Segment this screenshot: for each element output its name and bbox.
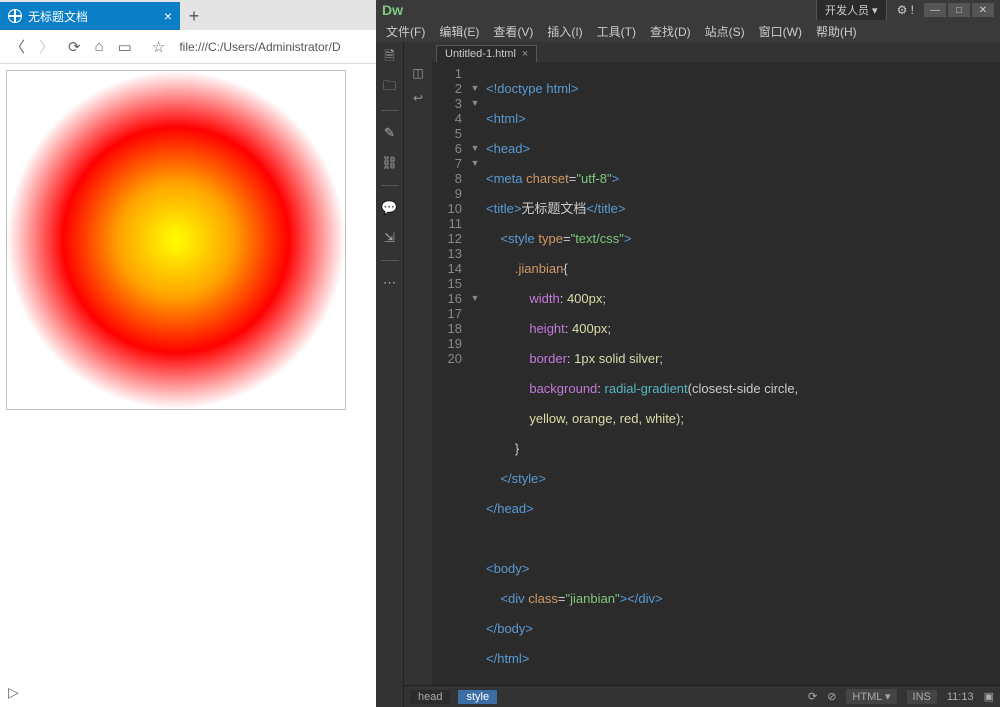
- refresh-icon[interactable]: ⟳: [68, 38, 81, 56]
- lang-selector[interactable]: HTML ▾: [846, 689, 896, 704]
- browser-status-icon[interactable]: ▷: [8, 684, 19, 701]
- dw-body: 🗎 🗀 ✎ ⛓ 💬 ⇲ ⋯ Untitled-1.html ×: [376, 42, 1000, 707]
- menu-file[interactable]: 文件(F): [380, 21, 431, 42]
- status-bar: head style ⟳ ⊘ HTML ▾ INS 11:13 ▣: [404, 685, 1000, 707]
- app-logo: Dw: [382, 2, 403, 18]
- menu-edit[interactable]: 编辑(E): [433, 21, 485, 42]
- workspace-switcher[interactable]: 开发人员 ▾: [816, 0, 887, 21]
- forward-icon[interactable]: 〉: [39, 36, 54, 57]
- collapse-icon[interactable]: ⇲: [382, 230, 398, 246]
- code-editor[interactable]: ◫ ↩ 1234567891011121314151617181920 ▼▼▼▼…: [404, 62, 1000, 685]
- more-icon[interactable]: ⋯: [382, 275, 398, 291]
- menu-help[interactable]: 帮助(H): [810, 21, 863, 42]
- sync-icon[interactable]: ⟳: [808, 690, 817, 703]
- globe-icon: [8, 9, 22, 23]
- menu-view[interactable]: 查看(V): [487, 21, 539, 42]
- browser-tab[interactable]: 无标题文档 ×: [0, 2, 180, 30]
- minimize-button[interactable]: —: [924, 3, 946, 17]
- line-gutter: 1234567891011121314151617181920: [432, 62, 468, 685]
- overview-icon[interactable]: ▣: [984, 690, 994, 703]
- address-bar: 〈 〉 ⟳ ⌂ ▭ ☆ file:///C:/Users/Administrat…: [0, 30, 376, 64]
- maximize-button[interactable]: □: [948, 3, 970, 17]
- ins-mode[interactable]: INS: [907, 690, 937, 704]
- gradient-preview: [6, 70, 346, 410]
- close-icon[interactable]: ×: [522, 48, 528, 60]
- menu-insert[interactable]: 插入(I): [541, 21, 588, 42]
- fold-gutter[interactable]: ▼▼▼▼▼: [468, 62, 482, 685]
- breadcrumb-style[interactable]: style: [458, 690, 497, 704]
- left-toolbar: 🗎 🗀 ✎ ⛓ 💬 ⇲ ⋯: [376, 42, 404, 707]
- page-content: [0, 64, 376, 416]
- check-icon[interactable]: ⊘: [827, 690, 836, 703]
- file-tab[interactable]: Untitled-1.html ×: [436, 45, 537, 62]
- file-tab-row: Untitled-1.html ×: [404, 42, 1000, 62]
- browser-pane: 无标题文档 × + 〈 〉 ⟳ ⌂ ▭ ☆ file:///C:/Users/A…: [0, 0, 376, 707]
- menu-site[interactable]: 站点(S): [699, 21, 751, 42]
- split-icon[interactable]: ◫: [412, 66, 423, 81]
- file-tab-label: Untitled-1.html: [445, 48, 516, 60]
- menu-find[interactable]: 查找(D): [644, 21, 697, 42]
- tab-title: 无标题文档: [28, 8, 88, 25]
- close-button[interactable]: ✕: [972, 3, 994, 17]
- star-icon[interactable]: ☆: [152, 38, 165, 56]
- menu-bar: 文件(F) 编辑(E) 查看(V) 插入(I) 工具(T) 查找(D) 站点(S…: [376, 20, 1000, 42]
- dreamweaver-pane: Dw 开发人员 ▾ ⚙ ! — □ ✕ 文件(F) 编辑(E) 查看(V) 插入…: [376, 0, 1000, 707]
- wand-icon[interactable]: ✎: [382, 125, 398, 141]
- menu-window[interactable]: 窗口(W): [753, 21, 808, 42]
- source-code[interactable]: <!doctype html> <html> <head> <meta char…: [482, 62, 1000, 685]
- cursor-position: 11:13: [947, 691, 974, 703]
- link-icon[interactable]: ⛓: [382, 155, 398, 171]
- home-icon[interactable]: ⌂: [95, 38, 104, 55]
- breadcrumb-head[interactable]: head: [410, 690, 450, 704]
- editor-area: Untitled-1.html × ◫ ↩ 123456789101112131…: [404, 42, 1000, 707]
- url-field[interactable]: file:///C:/Users/Administrator/D: [179, 40, 340, 54]
- wrap-icon[interactable]: ↩: [413, 91, 423, 106]
- menu-tools[interactable]: 工具(T): [591, 21, 642, 42]
- folder-icon[interactable]: 🗀: [382, 80, 398, 96]
- read-icon[interactable]: ▭: [118, 38, 132, 56]
- close-icon[interactable]: ×: [164, 8, 172, 24]
- file-icon[interactable]: 🗎: [382, 50, 398, 66]
- new-tab-button[interactable]: +: [180, 2, 208, 30]
- tab-strip: 无标题文档 × +: [0, 0, 376, 30]
- title-bar: Dw 开发人员 ▾ ⚙ ! — □ ✕: [376, 0, 1000, 20]
- comment-icon[interactable]: 💬: [382, 200, 398, 216]
- code-toolbar: ◫ ↩: [404, 62, 432, 685]
- gear-icon[interactable]: ⚙ !: [897, 3, 914, 17]
- back-icon[interactable]: 〈: [10, 36, 25, 57]
- window-buttons: — □ ✕: [924, 3, 994, 17]
